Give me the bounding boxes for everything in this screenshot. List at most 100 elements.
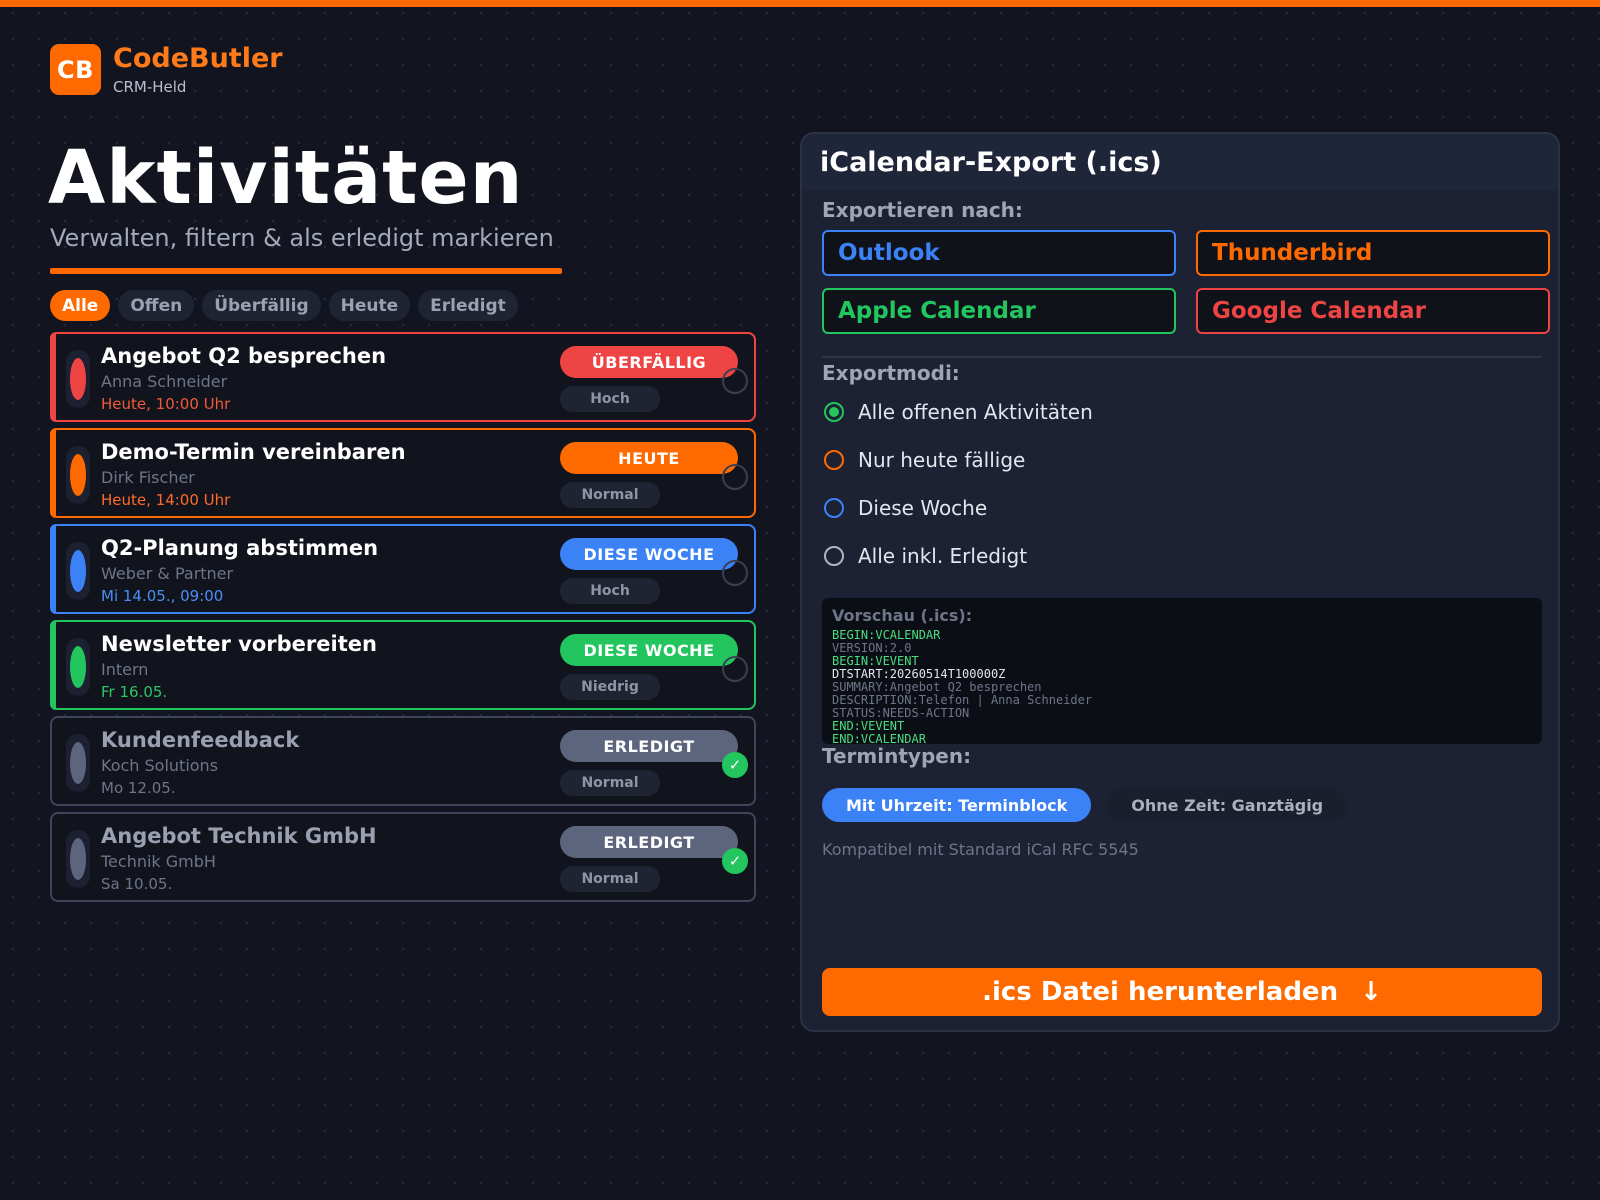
activity-card[interactable]: Demo-Termin vereinbaren Dirk Fischer Heute… [50, 428, 756, 518]
radio-icon[interactable] [824, 546, 844, 566]
status-badge: ERLEDIGT [560, 826, 738, 858]
checkmark-icon[interactable]: ✓ [722, 848, 748, 874]
event-types-label: Termintypen: [822, 744, 972, 768]
filter-chip-3[interactable]: Heute [328, 290, 411, 321]
activity-due: Mo 12.05. [101, 779, 176, 797]
section-divider [822, 356, 1542, 358]
activity-title: Demo-Termin vereinbaren [101, 440, 406, 464]
filter-chip-4[interactable]: Erledigt [418, 290, 518, 321]
ics-preview-line: VERSION:2.0 [832, 641, 912, 655]
status-badge: ÜBERFÄLLIG [560, 346, 738, 378]
activity-color-dot [70, 550, 86, 592]
top-accent-bar [0, 0, 1600, 7]
activity-due: Sa 10.05. [101, 875, 173, 893]
ics-export-panel: iCalendar-Export (.ics) Exportieren nach… [800, 132, 1560, 1032]
activity-contact: Koch Solutions [101, 756, 219, 775]
download-arrow-icon: ↓ [1360, 977, 1382, 1007]
activity-card[interactable]: Kundenfeedback Koch Solutions Mo 12.05. ERL… [50, 716, 756, 806]
radio-icon[interactable] [824, 450, 844, 470]
event-type-chip[interactable]: Mit Uhrzeit: Terminblock [822, 788, 1092, 822]
ics-preview: Vorschau (.ics): BEGIN:VCALENDAR VERSION:… [822, 598, 1542, 746]
activity-title: Kundenfeedback [101, 728, 300, 752]
export-target-outlook-button[interactable]: Outlook [822, 230, 1176, 276]
activity-list: Angebot Q2 besprechen Anna Schneider Heute… [50, 332, 756, 908]
export-modes-label: Exportmodi: [822, 361, 960, 385]
page-subtitle: Verwalten, filtern & als erledigt markie… [50, 224, 554, 252]
activity-type-indicator [66, 830, 90, 888]
preview-label: Vorschau (.ics): [832, 606, 973, 625]
activity-type-indicator [66, 734, 90, 792]
activity-title: Angebot Q2 besprechen [101, 344, 387, 368]
activity-card[interactable]: Angebot Q2 besprechen Anna Schneider Heute… [50, 332, 756, 422]
ics-preview-line: BEGIN:VCALENDAR [832, 628, 941, 642]
priority-badge: Hoch [560, 386, 660, 412]
export-target-thunderbird-button[interactable]: Thunderbird [1196, 230, 1550, 276]
activity-color-dot [70, 358, 86, 400]
radio-icon[interactable] [824, 498, 844, 518]
event-type-chips: Mit Uhrzeit: Terminblock Ohne Zeit: Ganzt… [822, 788, 1348, 822]
export-mode-label: Alle offenen Aktivitäten [858, 400, 1093, 424]
compatibility-note: Kompatibel mit Standard iCal RFC 5545 [822, 840, 1139, 859]
activity-due: Heute, 10:00 Uhr [101, 395, 231, 413]
brand-name: CodeButler [113, 43, 283, 74]
complete-checkbox[interactable] [722, 656, 748, 682]
status-badge: DIESE WOCHE [560, 634, 738, 666]
activity-due: Heute, 14:00 Uhr [101, 491, 231, 509]
export-mode-option[interactable]: Nur heute fällige [824, 448, 1093, 472]
activity-color-stripe [50, 332, 56, 422]
activity-color-stripe [50, 524, 56, 614]
export-panel-title: iCalendar-Export (.ics) [802, 134, 1558, 190]
activity-card[interactable]: Q2-Planung abstimmen Weber & Partner Mi 14… [50, 524, 756, 614]
priority-badge: Normal [560, 770, 660, 796]
activity-card[interactable]: Newsletter vorbereiten Intern Fr 16.05. DIE… [50, 620, 756, 710]
filter-chip-0[interactable]: Alle [50, 290, 111, 321]
priority-badge: Normal [560, 866, 660, 892]
ics-preview-line: END:VEVENT [832, 719, 905, 733]
activity-contact: Intern [101, 660, 149, 679]
activity-contact: Anna Schneider [101, 372, 228, 391]
activity-contact: Weber & Partner [101, 564, 234, 583]
event-type-chip[interactable]: Ohne Zeit: Ganztägig [1107, 788, 1348, 822]
activity-color-dot [70, 646, 86, 688]
filter-chip-2[interactable]: Überfällig [202, 290, 321, 321]
export-target-apple-calendar-button[interactable]: Apple Calendar [822, 288, 1176, 334]
activity-type-indicator [66, 542, 90, 600]
complete-checkbox[interactable] [722, 368, 748, 394]
export-mode-label: Alle inkl. Erledigt [858, 544, 1028, 568]
activity-due: Mi 14.05., 09:00 [101, 587, 224, 605]
checkmark-icon[interactable]: ✓ [722, 752, 748, 778]
activity-color-stripe [50, 428, 56, 518]
export-mode-option[interactable]: Alle offenen Aktivitäten [824, 400, 1093, 424]
activity-contact: Technik GmbH [101, 852, 216, 871]
radio-selected-dot [829, 407, 839, 417]
filter-chips: Alle Offen Überfällig Heute Erledigt [50, 290, 518, 321]
export-targets-label: Exportieren nach: [822, 198, 1023, 222]
activity-color-dot [70, 838, 86, 880]
status-badge: HEUTE [560, 442, 738, 474]
activity-title: Angebot Technik GmbH [101, 824, 377, 848]
filter-chip-1[interactable]: Offen [118, 290, 195, 321]
brand-logo: CB [50, 44, 101, 95]
priority-badge: Hoch [560, 578, 660, 604]
activity-contact: Dirk Fischer [101, 468, 195, 487]
activity-due: Fr 16.05. [101, 683, 168, 701]
activity-color-dot [70, 454, 86, 496]
export-mode-option[interactable]: Diese Woche [824, 496, 1093, 520]
activity-type-indicator [66, 446, 90, 504]
activity-color-dot [70, 742, 86, 784]
title-underline [50, 268, 562, 274]
priority-badge: Niedrig [560, 674, 660, 700]
export-target-google-calendar-button[interactable]: Google Calendar [1196, 288, 1550, 334]
complete-checkbox[interactable] [722, 464, 748, 490]
download-ics-button[interactable]: .ics Datei herunterladen ↓ [822, 968, 1542, 1016]
status-badge: DIESE WOCHE [560, 538, 738, 570]
export-target-grid: Outlook Thunderbird Apple Calendar Google C… [822, 230, 1550, 334]
status-badge: ERLEDIGT [560, 730, 738, 762]
activity-title: Q2-Planung abstimmen [101, 536, 379, 560]
export-mode-label: Diese Woche [858, 496, 988, 520]
activity-card[interactable]: Angebot Technik GmbH Technik GmbH Sa 10.05… [50, 812, 756, 902]
export-mode-option[interactable]: Alle inkl. Erledigt [824, 544, 1093, 568]
complete-checkbox[interactable] [722, 560, 748, 586]
radio-icon[interactable] [824, 402, 844, 422]
page-title: Aktivitäten [48, 135, 524, 221]
